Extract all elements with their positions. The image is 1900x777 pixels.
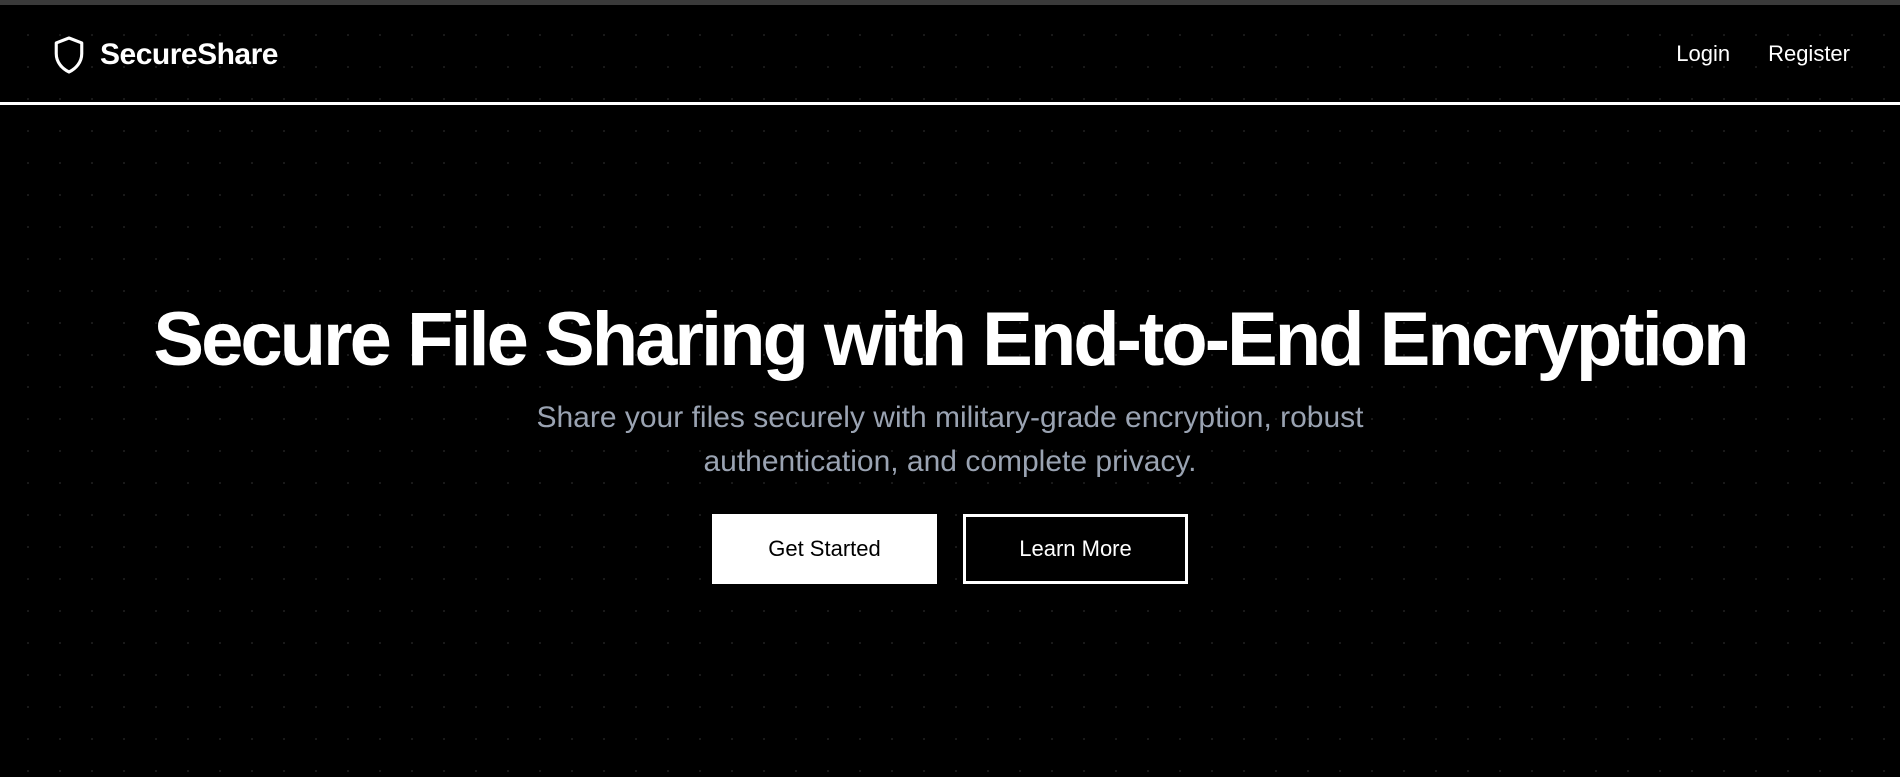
- brand-name: SecureShare: [100, 38, 278, 71]
- hero-section: Secure File Sharing with End-to-End Encr…: [0, 300, 1900, 584]
- register-link[interactable]: Register: [1768, 41, 1850, 67]
- navbar: SecureShare Login Register: [0, 5, 1900, 105]
- learn-more-button[interactable]: Learn More: [963, 513, 1188, 584]
- get-started-button[interactable]: Get Started: [712, 513, 937, 584]
- shield-icon: [54, 36, 84, 74]
- landing-page: SecureShare Login Register Secure File S…: [0, 5, 1900, 777]
- cta-row: Get Started Learn More: [0, 513, 1900, 584]
- login-link[interactable]: Login: [1676, 41, 1730, 67]
- nav-links: Login Register: [1676, 41, 1850, 67]
- hero-title: Secure File Sharing with End-to-End Encr…: [153, 297, 1749, 382]
- hero-subtitle: Share your files securely with military-…: [536, 400, 1364, 478]
- brand-logo-link[interactable]: SecureShare: [52, 35, 278, 75]
